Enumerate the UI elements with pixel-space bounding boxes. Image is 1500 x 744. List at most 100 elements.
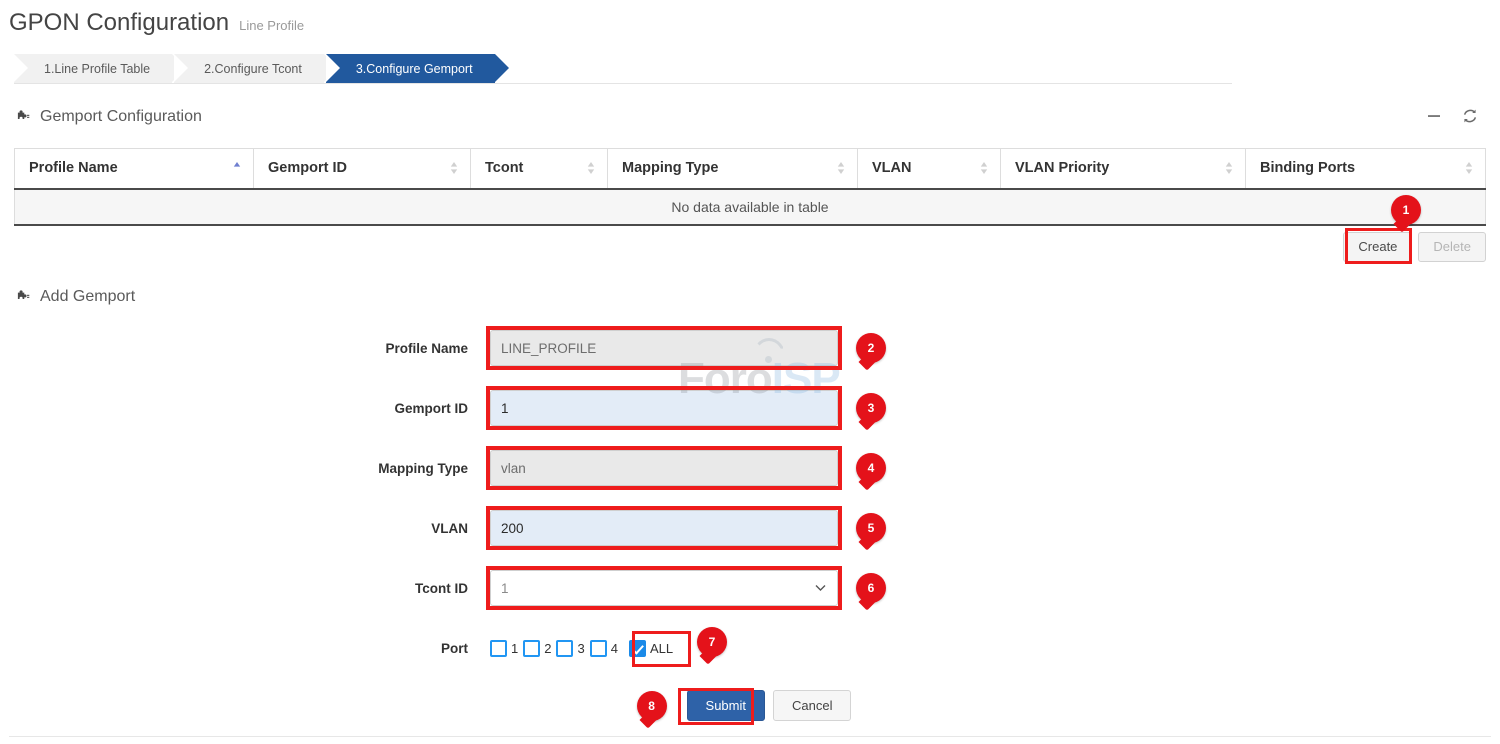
port-checkbox-2[interactable]: 2: [523, 640, 551, 657]
tcont-id-select[interactable]: 1: [490, 570, 838, 606]
control-mapping-type: 4: [490, 450, 838, 486]
submit-button[interactable]: Submit: [687, 690, 765, 721]
table-header-row: Profile Name Gemport ID Tcont: [15, 149, 1486, 189]
checkbox-port-all[interactable]: [629, 640, 646, 657]
column-header-vlan-priority[interactable]: VLAN Priority: [1001, 149, 1246, 189]
checkbox-label: 4: [611, 641, 618, 656]
refresh-icon[interactable]: [1462, 108, 1478, 124]
column-header-mapping-type[interactable]: Mapping Type: [608, 149, 858, 189]
profile-name-input[interactable]: [490, 330, 838, 366]
column-header-binding-ports[interactable]: Binding Ports: [1246, 149, 1486, 189]
gemport-table: Profile Name Gemport ID Tcont: [14, 148, 1486, 226]
label-tcont-id: Tcont ID: [0, 581, 490, 596]
mapping-type-input[interactable]: [490, 450, 838, 486]
column-label: VLAN: [872, 160, 911, 176]
control-port: 1 2 3 4 ALL: [490, 640, 838, 657]
checkbox-port-3[interactable]: [556, 640, 573, 657]
control-gemport-id: 3: [490, 390, 838, 426]
checkbox-label: ALL: [650, 641, 673, 656]
step-configure-gemport[interactable]: 3.Configure Gemport: [326, 54, 495, 83]
stepper-divider: [14, 83, 1232, 84]
label-mapping-type: Mapping Type: [0, 461, 490, 476]
checkbox-label: 1: [511, 641, 518, 656]
cancel-button[interactable]: Cancel: [773, 690, 851, 721]
sort-icon[interactable]: [1225, 161, 1233, 175]
sort-icon[interactable]: [1465, 161, 1473, 175]
checkbox-port-1[interactable]: [490, 640, 507, 657]
table-empty-row: No data available in table: [15, 189, 1486, 225]
field-row-mapping-type: Mapping Type 4: [0, 438, 1500, 498]
gemport-table-wrapper: Profile Name Gemport ID Tcont: [14, 148, 1486, 226]
add-gemport-title: Add Gemport: [40, 288, 135, 306]
control-tcont-id: 1 6: [490, 570, 838, 606]
checkbox-port-2[interactable]: [523, 640, 540, 657]
column-label: Profile Name: [29, 160, 118, 176]
column-label: Binding Ports: [1260, 160, 1355, 176]
label-vlan: VLAN: [0, 521, 490, 536]
marker-1: 1: [1391, 195, 1421, 225]
delete-button[interactable]: Delete: [1418, 232, 1486, 262]
sort-icon[interactable]: [450, 161, 458, 175]
panel-tools: [1426, 108, 1478, 124]
checkbox-label: 3: [577, 641, 584, 656]
page-header: GPON Configuration Line Profile: [9, 9, 304, 37]
add-gemport-form: Profile Name 2 Gemport ID 3 Mapping Type…: [0, 318, 1500, 678]
column-label: VLAN Priority: [1015, 160, 1109, 176]
column-header-gemport-id[interactable]: Gemport ID: [254, 149, 471, 189]
port-checkbox-4[interactable]: 4: [590, 640, 618, 657]
label-port: Port: [0, 641, 490, 656]
step-label: 1.Line Profile Table: [44, 62, 150, 76]
column-label: Mapping Type: [622, 160, 718, 176]
minimize-icon[interactable]: [1426, 108, 1442, 124]
sort-icon[interactable]: [587, 161, 595, 175]
field-row-profile-name: Profile Name 2: [0, 318, 1500, 378]
step-label: 3.Configure Gemport: [356, 62, 473, 76]
column-header-tcont[interactable]: Tcont: [471, 149, 608, 189]
marker-3: 3: [856, 393, 886, 423]
table-empty-message: No data available in table: [15, 189, 1486, 225]
port-checkbox-all[interactable]: ALL: [629, 640, 673, 657]
marker-4: 4: [856, 453, 886, 483]
marker-2: 2: [856, 333, 886, 363]
form-buttons: 8 Submit Cancel: [0, 690, 1500, 721]
footer-divider: [9, 736, 1491, 737]
page-subtitle: Line Profile: [239, 18, 304, 33]
marker-7: 7: [697, 627, 727, 657]
column-label: Tcont: [485, 160, 523, 176]
checkbox-port-4[interactable]: [590, 640, 607, 657]
port-checkbox-group: 1 2 3 4 ALL: [490, 640, 838, 657]
field-row-vlan: VLAN 5: [0, 498, 1500, 558]
wizard-stepper: 1.Line Profile Table 2.Configure Tcont 3…: [14, 54, 497, 83]
marker-5: 5: [856, 513, 886, 543]
column-header-vlan[interactable]: VLAN: [858, 149, 1001, 189]
sort-icon[interactable]: [837, 161, 845, 175]
gemport-configuration-title: Gemport Configuration: [40, 108, 202, 126]
step-label: 2.Configure Tcont: [204, 62, 302, 76]
label-profile-name: Profile Name: [0, 341, 490, 356]
column-label: Gemport ID: [268, 160, 347, 176]
marker-6: 6: [856, 573, 886, 603]
port-checkbox-1[interactable]: 1: [490, 640, 518, 657]
sort-ascending-icon[interactable]: [233, 161, 241, 175]
label-gemport-id: Gemport ID: [0, 401, 490, 416]
checkbox-label: 2: [544, 641, 551, 656]
gemport-configuration-heading: Gemport Configuration: [14, 108, 202, 126]
sort-icon[interactable]: [980, 161, 988, 175]
vlan-input[interactable]: [490, 510, 838, 546]
marker-8: 8: [637, 691, 667, 721]
page-root: ForoISP GPON Configuration Line Profile …: [0, 0, 1500, 744]
add-gemport-heading: Add Gemport: [14, 288, 135, 306]
table-action-buttons: Create Delete: [1343, 232, 1486, 262]
step-line-profile-table[interactable]: 1.Line Profile Table: [14, 54, 172, 83]
field-row-tcont-id: Tcont ID 1 6: [0, 558, 1500, 618]
column-header-profile-name[interactable]: Profile Name: [15, 149, 254, 189]
puzzle-piece-icon: [14, 289, 31, 306]
field-row-gemport-id: Gemport ID 3: [0, 378, 1500, 438]
port-checkbox-3[interactable]: 3: [556, 640, 584, 657]
gemport-id-input[interactable]: [490, 390, 838, 426]
create-button[interactable]: Create: [1343, 232, 1412, 262]
page-title: GPON Configuration: [9, 9, 229, 37]
puzzle-piece-icon: [14, 109, 31, 126]
step-configure-tcont[interactable]: 2.Configure Tcont: [174, 54, 324, 83]
control-vlan: 5: [490, 510, 838, 546]
